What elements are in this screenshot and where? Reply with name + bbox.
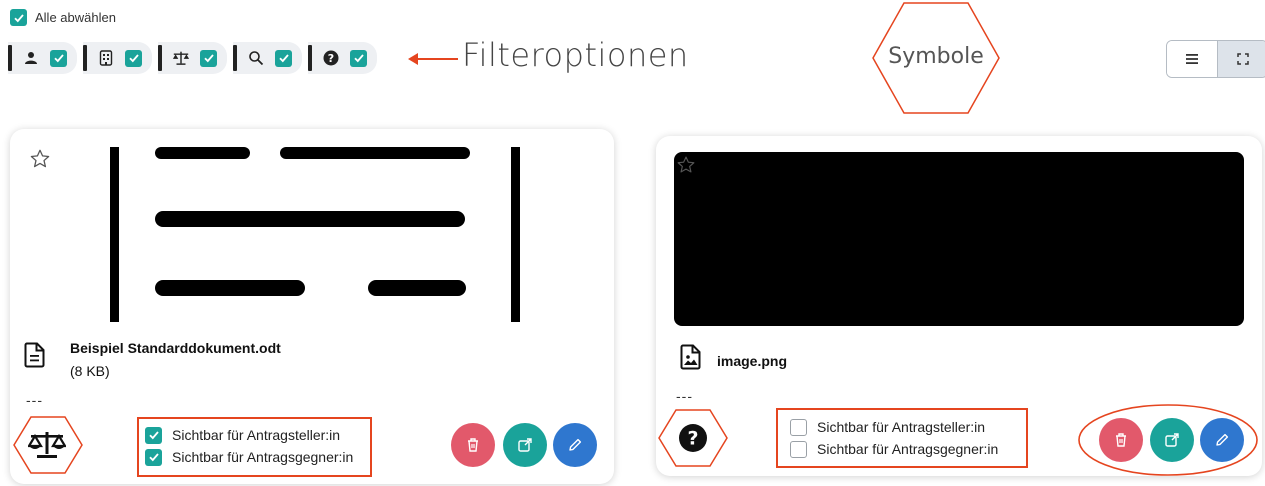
visibility-opponent-label: Sichtbar für Antragsgegner:in (817, 441, 999, 457)
file-description: --- (26, 392, 43, 408)
filter-question-checkbox[interactable] (350, 49, 367, 67)
trash-icon (468, 438, 478, 452)
question-circle-icon: ? (679, 424, 707, 452)
filter-building[interactable] (83, 42, 152, 74)
document-card: image.png --- ? Sichtbar für Antragstell… (656, 136, 1262, 476)
filter-options: ? (8, 42, 383, 74)
visibility-opponent-checkbox[interactable] (145, 448, 162, 466)
delete-button[interactable] (451, 423, 495, 467)
pencil-icon (569, 438, 582, 451)
document-card: Beispiel Standarddokument.odt (8 KB) ---… (10, 129, 614, 484)
visibility-opponent[interactable]: Sichtbar für Antragsgegner:in (145, 446, 370, 468)
file-description: --- (676, 388, 693, 404)
visibility-options: Sichtbar für Antragsteller:in Sichtbar f… (137, 417, 372, 477)
filter-divider (233, 45, 237, 71)
image-file-icon (680, 344, 701, 370)
annotation-arrowhead (408, 53, 418, 65)
fullscreen-view-button[interactable] (1217, 41, 1265, 77)
list-view-icon (1186, 54, 1198, 64)
question-circle-icon: ? (322, 49, 340, 67)
svg-text:?: ? (328, 52, 334, 65)
visibility-applicant[interactable]: Sichtbar für Antragsteller:in (145, 424, 370, 446)
file-name: Beispiel Standarddokument.odt (70, 340, 281, 356)
search-icon (247, 49, 265, 67)
trash-icon (1116, 433, 1126, 447)
list-view-button[interactable] (1167, 41, 1217, 77)
open-external-button[interactable] (1150, 418, 1194, 462)
favorite-star-icon[interactable] (676, 155, 696, 175)
favorite-star-icon[interactable] (29, 148, 51, 170)
visibility-applicant[interactable]: Sichtbar für Antragsteller:in (790, 416, 1026, 438)
filter-building-checkbox[interactable] (125, 49, 142, 67)
scales-icon (172, 49, 190, 67)
filter-scales-checkbox[interactable] (200, 49, 217, 67)
select-all-checkbox[interactable] (10, 9, 27, 26)
visibility-applicant-label: Sichtbar für Antragsteller:in (172, 427, 341, 443)
external-link-icon (1165, 433, 1179, 447)
fullscreen-icon (1236, 53, 1249, 65)
visibility-options: Sichtbar für Antragsteller:in Sichtbar f… (776, 408, 1028, 468)
external-link-icon (518, 438, 532, 452)
svg-text:?: ? (687, 428, 698, 450)
delete-button[interactable] (1099, 418, 1143, 462)
building-icon (97, 49, 115, 67)
view-toggle (1166, 40, 1265, 78)
image-preview (674, 152, 1244, 326)
filter-divider (308, 45, 312, 71)
edit-button[interactable] (1200, 418, 1244, 462)
filter-user-checkbox[interactable] (50, 49, 67, 67)
filter-search-checkbox[interactable] (275, 49, 292, 67)
filter-divider (83, 45, 87, 71)
select-all[interactable]: Alle abwählen (10, 9, 116, 26)
open-external-button[interactable] (503, 423, 547, 467)
file-name: image.png (717, 353, 788, 369)
file-size: (8 KB) (70, 363, 110, 379)
document-file-icon (24, 342, 45, 368)
visibility-opponent-label: Sichtbar für Antragsgegner:in (172, 449, 354, 465)
filter-divider (158, 45, 162, 71)
visibility-applicant-checkbox[interactable] (790, 418, 807, 436)
user-icon (22, 49, 40, 67)
pencil-icon (1216, 433, 1229, 446)
filter-scales[interactable] (158, 42, 227, 74)
filter-divider (8, 45, 12, 71)
annotation-filter-label: Filteroptionen (462, 36, 689, 74)
document-preview (110, 147, 520, 322)
visibility-applicant-checkbox[interactable] (145, 426, 162, 444)
edit-button[interactable] (553, 423, 597, 467)
filter-question[interactable]: ? (308, 42, 377, 74)
select-all-label: Alle abwählen (35, 10, 116, 25)
visibility-opponent-checkbox[interactable] (790, 440, 807, 458)
annotation-symbols-label: Symbole (888, 44, 984, 69)
scales-icon (28, 432, 66, 458)
visibility-applicant-label: Sichtbar für Antragsteller:in (817, 419, 986, 435)
filter-user[interactable] (8, 42, 77, 74)
filter-search[interactable] (233, 42, 302, 74)
visibility-opponent[interactable]: Sichtbar für Antragsgegner:in (790, 438, 1026, 460)
